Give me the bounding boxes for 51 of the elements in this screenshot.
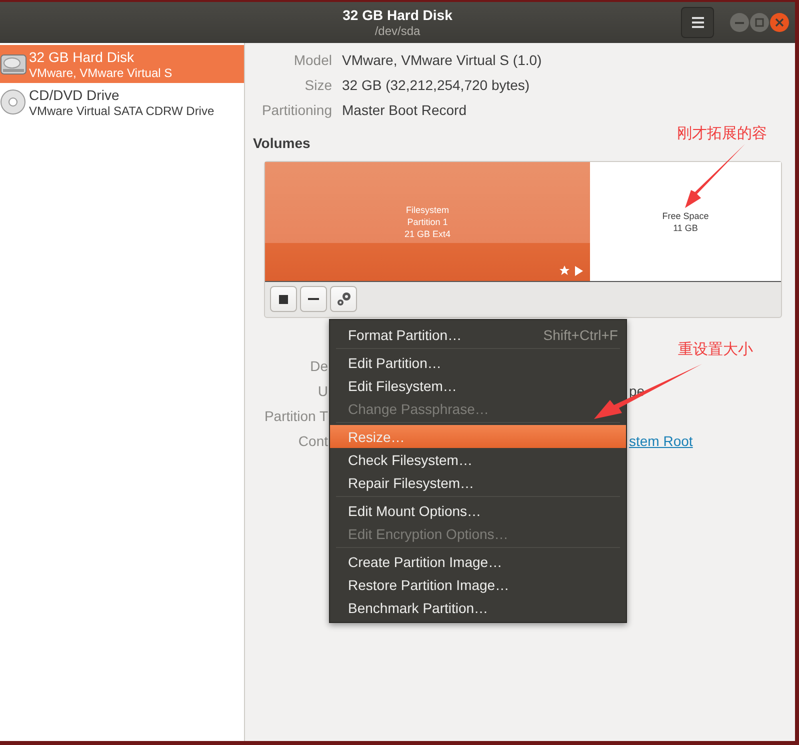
drive-name: CD/DVD Drive [29, 86, 120, 104]
volume-text: 21 GB Ext4 [404, 228, 451, 240]
field-value: VMware, VMware Virtual S (1.0) [342, 51, 543, 69]
menu-item[interactable]: Check Filesystem… [330, 448, 626, 471]
drive-detail: VMware Virtual SATA CDRW Drive [29, 104, 214, 118]
menu-item[interactable]: Format Partition… Shift+Ctrl+F [330, 323, 626, 346]
drive-name: 32 GB Hard Disk [29, 48, 136, 66]
menu-button[interactable] [681, 7, 714, 38]
window-subtitle: /dev/sda [374, 24, 420, 38]
field-label: Model [292, 51, 332, 69]
annotation-text: 重设置大小 [678, 340, 753, 359]
free-space-block[interactable]: Free Space 11 GB [590, 162, 781, 281]
stop-icon [279, 294, 288, 304]
volume-text: Filesystem [406, 204, 449, 216]
window-title: 32 GB Hard Disk [342, 6, 452, 24]
field-label: Partition T [263, 407, 328, 425]
menu-item[interactable]: Repair Filesystem… [330, 471, 626, 494]
star-icon [559, 265, 570, 276]
annotation-text: 刚才拓展的容 [677, 124, 767, 143]
volume-text: Partition 1 [407, 216, 448, 228]
minimize-icon [735, 22, 744, 24]
volumes-heading: Volumes [253, 135, 312, 151]
field-label: Partitioning [260, 101, 332, 119]
menu-item[interactable]: Edit Partition… [330, 351, 626, 374]
menu-item[interactable]: Create Partition Image… [330, 550, 626, 573]
field-value: 32 GB (32,212,254,720 bytes) [342, 76, 531, 94]
delete-button[interactable] [300, 286, 327, 312]
menu-item[interactable]: Benchmark Partition… [330, 596, 626, 619]
menu-item[interactable]: Restore Partition Image… [330, 573, 626, 596]
menu-item[interactable]: Edit Mount Options… [330, 499, 626, 522]
mount-link[interactable]: stem Root [629, 432, 782, 450]
minus-icon [308, 298, 319, 300]
field-value: Master Boot Record [342, 101, 468, 119]
close-icon [775, 18, 784, 27]
field-label: De [309, 357, 328, 375]
play-icon [575, 266, 583, 276]
field-label: Size [304, 76, 332, 94]
unmount-button[interactable] [270, 286, 297, 312]
settings-button[interactable] [330, 286, 357, 312]
close-button[interactable] [770, 13, 789, 32]
shortcut-text: Shift+Ctrl+F [543, 326, 618, 342]
menu-icon [692, 17, 704, 28]
maximize-icon [755, 18, 764, 27]
gears-icon [336, 291, 352, 307]
drive-item[interactable]: CD/DVD Drive VMware Virtual SATA CDRW Drive [0, 83, 244, 121]
volume-text: Free Space [662, 210, 709, 222]
menu-item[interactable]: Edit Filesystem… [330, 374, 626, 397]
volume-text: 11 GB [673, 222, 698, 234]
field-label: Cont [297, 432, 328, 450]
field-label: U [316, 382, 328, 400]
drive-detail: VMware, VMware Virtual S [29, 66, 172, 80]
